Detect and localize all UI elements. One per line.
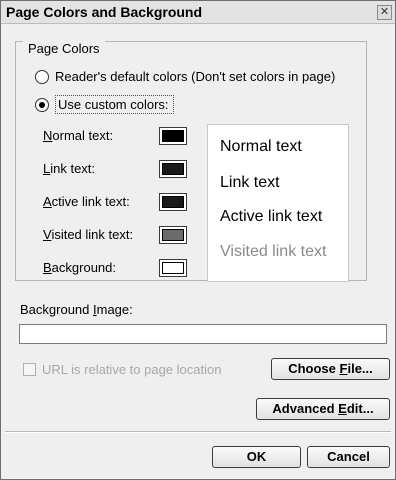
custom-colors-radio-option[interactable]: Use custom colors:	[35, 95, 174, 114]
page-colors-legend: Page Colors	[23, 41, 105, 56]
background-color-button[interactable]	[159, 259, 187, 277]
active-link-text-label: Active link text:	[43, 194, 130, 209]
default-colors-radio[interactable]	[35, 69, 49, 84]
link-text-swatch	[162, 163, 184, 175]
link-text-color-button[interactable]	[159, 160, 187, 178]
normal-text-color-button[interactable]	[159, 127, 187, 145]
title-bar: Page Colors and Background ✕	[1, 1, 395, 24]
relative-url-checkbox[interactable]	[23, 363, 36, 376]
close-icon[interactable]: ✕	[377, 5, 392, 20]
dialog-title: Page Colors and Background	[6, 4, 203, 20]
relative-url-label: URL is relative to page location	[42, 362, 222, 377]
custom-colors-radio[interactable]	[35, 97, 49, 112]
background-image-label: Background Image:	[20, 302, 133, 317]
visited-link-color-button[interactable]	[159, 226, 187, 244]
background-label: Background:	[43, 260, 116, 275]
page-colors-dialog: Page Colors and Background ✕ Page Colors…	[0, 0, 396, 480]
preview-active-link-text: Active link text	[220, 208, 323, 225]
cancel-button[interactable]: Cancel	[307, 446, 390, 468]
preview-visited-link-text: Visited link text	[220, 243, 327, 260]
preview-normal-text: Normal text	[220, 138, 302, 155]
visited-link-swatch	[162, 229, 184, 241]
ok-button[interactable]: OK	[212, 446, 301, 468]
normal-text-swatch	[162, 130, 184, 142]
active-link-color-button[interactable]	[159, 193, 187, 211]
preview-link-text: Link text	[220, 174, 280, 191]
button-separator	[5, 431, 391, 433]
custom-colors-label: Use custom colors:	[55, 95, 174, 114]
normal-text-label: Normal text:	[43, 128, 114, 143]
background-image-input[interactable]	[19, 324, 387, 344]
visited-link-text-label: Visited link text:	[43, 227, 134, 242]
active-link-swatch	[162, 196, 184, 208]
advanced-edit-button[interactable]: Advanced Edit...	[256, 398, 390, 420]
color-preview-panel: Normal text Link text Active link text V…	[207, 124, 349, 282]
relative-url-option[interactable]: URL is relative to page location	[23, 362, 221, 377]
choose-file-button[interactable]: Choose File...	[271, 358, 390, 380]
link-text-label: Link text:	[43, 161, 96, 176]
background-swatch	[162, 262, 184, 274]
default-colors-label: Reader's default colors (Don't set color…	[55, 69, 336, 84]
default-colors-radio-option[interactable]: Reader's default colors (Don't set color…	[35, 69, 335, 84]
